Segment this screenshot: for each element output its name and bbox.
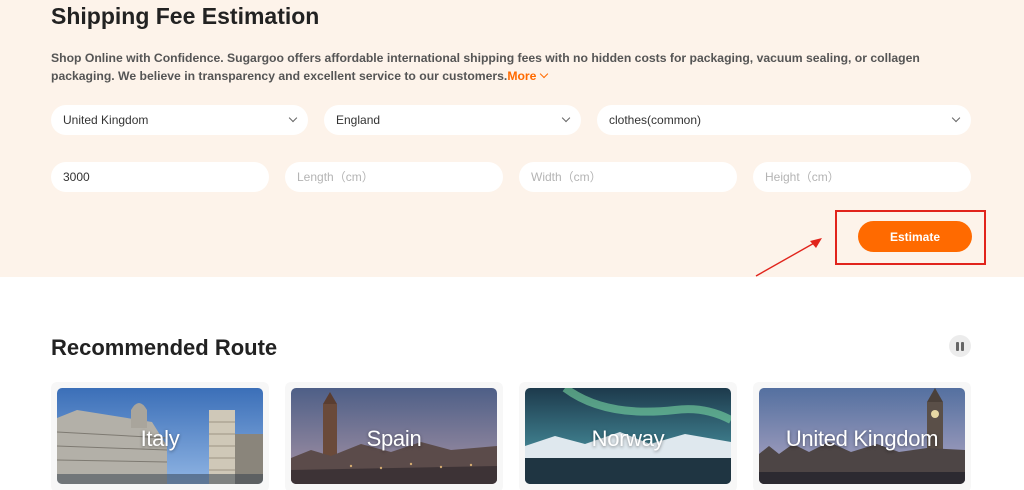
height-field[interactable]: [753, 162, 971, 192]
category-value: clothes(common): [609, 113, 702, 127]
region-select[interactable]: England: [324, 105, 581, 135]
route-card-norway[interactable]: Norway: [519, 382, 737, 490]
length-field[interactable]: [285, 162, 503, 192]
region-value: England: [336, 113, 381, 127]
intro-text: Shop Online with Confidence. Sugargoo of…: [51, 49, 981, 85]
route-card-spain[interactable]: Spain: [285, 382, 503, 490]
page-title: Shipping Fee Estimation: [51, 3, 320, 29]
weight-value[interactable]: 3000: [63, 170, 257, 184]
width-field[interactable]: [519, 162, 737, 192]
route-name: United Kingdom: [785, 426, 939, 451]
estimation-section: Shipping Fee Estimation Shop Online with…: [0, 0, 1024, 277]
uk-image: United Kingdom: [759, 388, 965, 484]
spain-image: Spain: [291, 388, 497, 484]
height-input[interactable]: [765, 170, 959, 184]
more-link[interactable]: More: [507, 69, 549, 83]
chevron-down-icon: [951, 113, 961, 123]
chevron-down-icon: [288, 113, 298, 123]
route-name: Italy: [140, 426, 180, 451]
country-select[interactable]: United Kingdom: [51, 105, 308, 135]
annotation-arrow: [755, 238, 822, 277]
weight-field[interactable]: 3000: [51, 162, 269, 192]
pause-icon[interactable]: [949, 335, 971, 357]
italy-image: Italy: [57, 388, 263, 484]
category-select[interactable]: clothes(common): [597, 105, 971, 135]
route-card-united-kingdom[interactable]: United Kingdom: [753, 382, 971, 490]
recommended-route-title: Recommended Route: [51, 335, 278, 360]
route-card-italy[interactable]: Italy: [51, 382, 269, 490]
chevron-down-icon: [540, 69, 549, 79]
norway-image: Norway: [525, 388, 731, 484]
more-label: More: [507, 69, 537, 83]
route-name: Spain: [366, 426, 422, 451]
estimate-button[interactable]: Estimate: [858, 221, 972, 252]
chevron-down-icon: [561, 113, 571, 123]
route-name: Norway: [591, 426, 665, 451]
intro-description: Shop Online with Confidence. Sugargoo of…: [51, 51, 920, 83]
country-value: United Kingdom: [63, 113, 149, 127]
length-input[interactable]: [297, 170, 491, 184]
width-input[interactable]: [531, 170, 725, 184]
